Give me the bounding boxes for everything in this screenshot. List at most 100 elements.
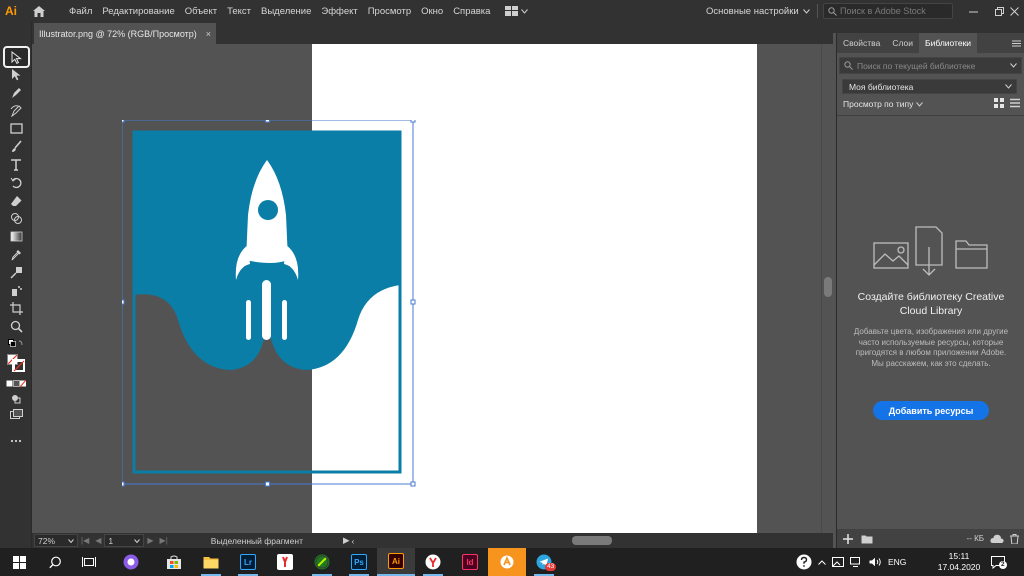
store-button[interactable] <box>155 548 193 576</box>
illustrator-button[interactable]: Ai <box>377 548 415 576</box>
help-icon[interactable] <box>796 554 812 570</box>
lightroom-button[interactable]: Lr <box>229 548 267 576</box>
menu-edit[interactable]: Редактирование <box>97 6 179 17</box>
action-center-button[interactable]: 2 <box>990 554 1007 570</box>
zoom-icon <box>10 320 23 333</box>
eyedropper-tool[interactable] <box>6 246 26 263</box>
type-tool[interactable] <box>6 156 26 173</box>
volume-icon[interactable] <box>869 557 882 567</box>
current-tool-status: Выделенный фрагмент <box>210 535 303 546</box>
previous-artboard-icon[interactable]: ◀ <box>92 536 104 545</box>
status-menu-arrow-icon[interactable]: ▶ <box>343 535 350 546</box>
indesign-button[interactable]: Id <box>451 548 489 576</box>
last-artboard-icon[interactable]: ▶| <box>157 536 171 545</box>
photoshop-icon: Ps <box>351 554 367 570</box>
tab-layers[interactable]: Слои <box>886 33 919 53</box>
tab-libraries[interactable]: Библиотеки <box>919 33 978 53</box>
task-view-icon <box>82 557 96 567</box>
eraser-tool[interactable] <box>6 192 26 209</box>
zoom-level-select[interactable]: 72% <box>34 534 78 547</box>
trash-icon[interactable] <box>1010 533 1019 544</box>
curvature-tool[interactable] <box>6 102 26 119</box>
next-artboard-icon[interactable]: ▶ <box>144 536 156 545</box>
empty-library-description: Добавьте цвета, изображения или другие ч… <box>853 327 1009 368</box>
yandex-browser-icon <box>277 554 293 570</box>
photos-tray-icon[interactable] <box>832 557 844 567</box>
pen-tool[interactable] <box>6 84 26 101</box>
folder-icon[interactable] <box>861 534 873 544</box>
add-resources-button[interactable]: Добавить ресурсы <box>873 401 989 420</box>
telegram-button[interactable]: 43 <box>525 548 563 576</box>
library-search-input[interactable]: Поиск по текущей библиотеке <box>839 57 1022 74</box>
first-artboard-icon[interactable]: |◀ <box>78 536 92 545</box>
menu-help[interactable]: Справка <box>448 6 495 17</box>
input-language[interactable]: ENG <box>888 557 906 567</box>
menu-file[interactable]: Файл <box>64 6 97 17</box>
zoom-tool[interactable] <box>6 318 26 335</box>
network-icon[interactable] <box>850 557 863 567</box>
blend-icon <box>10 267 22 279</box>
rocket-artwork[interactable] <box>122 120 422 492</box>
chevron-up-icon[interactable] <box>818 559 826 565</box>
task-view-button[interactable] <box>70 548 108 576</box>
fill-stroke-swatch[interactable] <box>6 353 26 373</box>
close-window-button[interactable] <box>1005 0 1024 22</box>
artboard-number-select[interactable]: 1 <box>104 534 145 547</box>
start-button[interactable] <box>0 548 38 576</box>
pen-icon <box>11 88 21 98</box>
cloud-icon[interactable] <box>990 534 1004 543</box>
canvas-area[interactable] <box>32 44 833 533</box>
system-clock[interactable]: 15:11 17.04.2020 <box>936 551 982 573</box>
panel-dock-header <box>833 22 1024 33</box>
view-by-type-dropdown[interactable]: Просмотр по типу <box>843 99 924 109</box>
menu-select[interactable]: Выделение <box>256 6 316 17</box>
workspace-switcher[interactable]: Основные настройки <box>706 0 810 22</box>
screen-mode-control[interactable] <box>6 406 26 423</box>
paintbrush-tool[interactable] <box>6 138 26 155</box>
stock-search-input[interactable]: Поиск в Adobe Stock <box>823 3 953 19</box>
menu-window[interactable]: Окно <box>416 6 448 17</box>
rotate-tool[interactable] <box>6 174 26 191</box>
shape-builder-tool[interactable] <box>6 210 26 227</box>
menu-effect[interactable]: Эффект <box>316 6 362 17</box>
document-title: Illustrator.png @ 72% (RGB/Просмотр) <box>39 28 197 39</box>
library-select[interactable]: Моя библиотека <box>842 79 1017 94</box>
artboard-tool[interactable] <box>6 300 26 317</box>
blend-tool[interactable] <box>6 264 26 281</box>
list-view-icon[interactable] <box>1010 98 1020 108</box>
direct-selection-tool[interactable] <box>6 66 26 83</box>
view-toggle <box>994 98 1020 108</box>
menu-view[interactable]: Просмотр <box>363 6 416 17</box>
arrange-documents-button[interactable] <box>505 6 529 16</box>
close-tab-icon[interactable]: × <box>206 29 211 39</box>
menu-type[interactable]: Текст <box>222 6 256 17</box>
yandex-browser-button[interactable] <box>266 548 304 576</box>
add-icon[interactable] <box>843 533 853 544</box>
cortana-button[interactable] <box>112 548 150 576</box>
document-tab[interactable]: Illustrator.png @ 72% (RGB/Просмотр) × <box>34 23 216 44</box>
corel-button[interactable] <box>303 548 341 576</box>
gradient-tool[interactable] <box>6 228 26 245</box>
minimize-button[interactable] <box>960 0 986 22</box>
horizontal-scroll-thumb[interactable] <box>572 536 612 545</box>
panel-menu-icon[interactable] <box>1012 33 1021 53</box>
menu-object[interactable]: Объект <box>180 6 222 17</box>
file-explorer-button[interactable] <box>192 548 230 576</box>
screen-mode-icon <box>9 409 23 419</box>
home-icon[interactable] <box>28 0 50 22</box>
avast-button[interactable] <box>488 548 526 576</box>
yandex-button[interactable] <box>414 548 452 576</box>
selection-tool[interactable] <box>3 46 30 68</box>
vertical-scroll-thumb[interactable] <box>824 277 832 297</box>
tab-properties[interactable]: Свойства <box>837 33 886 53</box>
search-button[interactable] <box>36 548 74 576</box>
rectangle-tool[interactable] <box>6 120 26 137</box>
edit-toolbar-button[interactable] <box>6 432 26 449</box>
photoshop-button[interactable]: Ps <box>340 548 378 576</box>
vertical-scrollbar[interactable] <box>821 44 833 533</box>
scroll-left-icon[interactable]: ‹ <box>352 536 355 546</box>
symbol-sprayer-tool[interactable] <box>6 282 26 299</box>
grid-view-icon[interactable] <box>994 98 1004 108</box>
draw-mode-control[interactable] <box>6 390 26 407</box>
default-colors-control[interactable] <box>6 335 26 352</box>
